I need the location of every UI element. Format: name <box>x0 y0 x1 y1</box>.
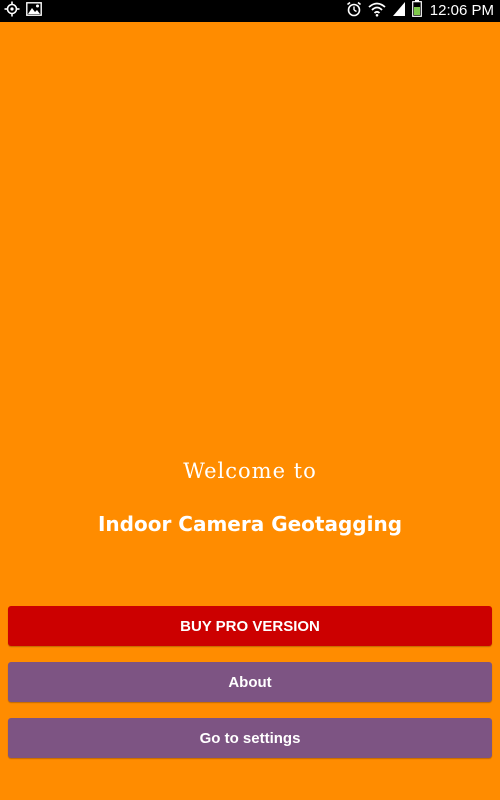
gps-icon <box>4 1 20 22</box>
status-bar: 12:06 PM <box>0 0 500 22</box>
signal-icon <box>392 1 406 22</box>
wifi-icon <box>368 1 386 22</box>
go-to-settings-button[interactable]: Go to settings <box>8 718 492 758</box>
status-time: 12:06 PM <box>429 2 494 19</box>
welcome-text: Welcome to <box>183 459 317 483</box>
status-bar-left <box>4 1 42 22</box>
buy-pro-version-button[interactable]: BUY PRO VERSION <box>8 606 492 646</box>
battery-icon <box>411 0 422 22</box>
main-screen: Welcome to Indoor Camera Geotagging BUY … <box>0 22 500 800</box>
app-name-title: Indoor Camera Geotagging <box>97 512 403 536</box>
image-icon <box>26 1 42 21</box>
about-button[interactable]: About <box>8 662 492 702</box>
status-bar-right: 12:06 PM <box>346 0 494 22</box>
alarm-icon <box>346 1 362 22</box>
